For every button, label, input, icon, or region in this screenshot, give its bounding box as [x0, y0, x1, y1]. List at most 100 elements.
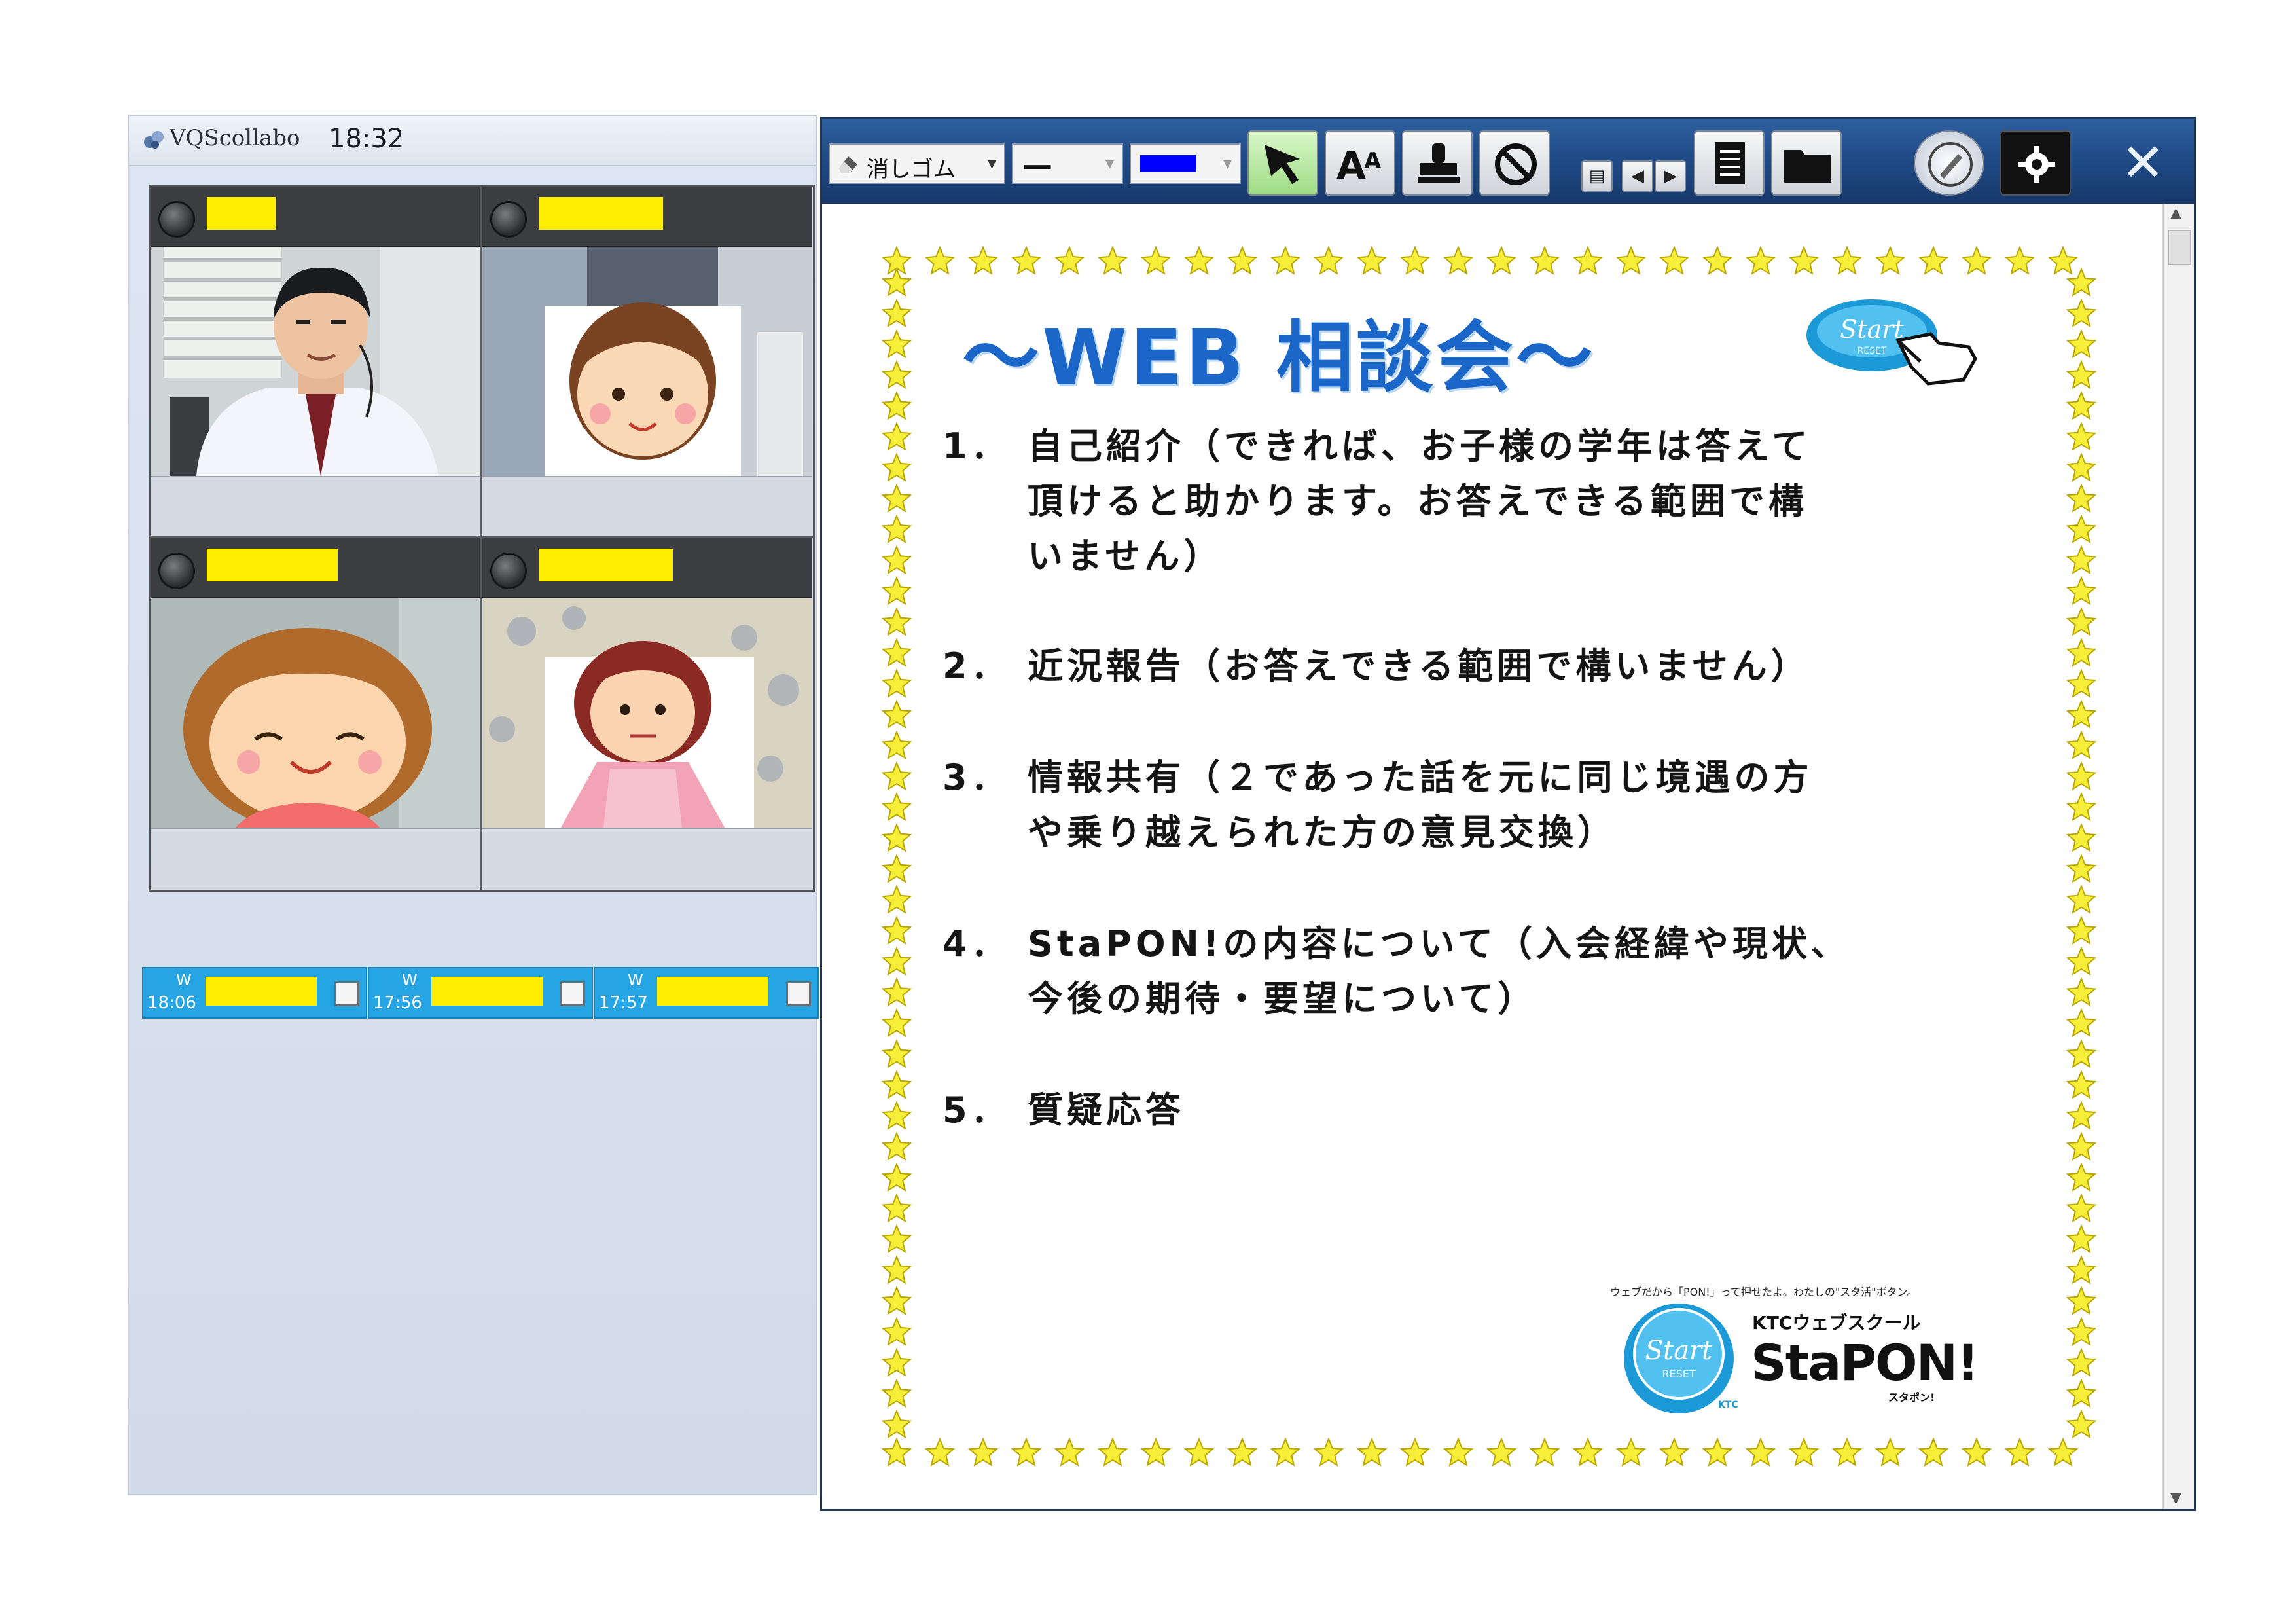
star-icon	[1011, 1437, 1042, 1467]
eraser-select[interactable]: 消しゴム ▾	[829, 143, 1005, 184]
participant-tile[interactable]	[151, 187, 480, 538]
waiting-checkbox[interactable]	[334, 981, 359, 1006]
participant-name-bar	[207, 549, 338, 581]
star-icon	[2066, 545, 2097, 575]
star-icon	[2066, 1286, 2097, 1315]
star-icon	[881, 298, 912, 328]
star-icon	[881, 792, 912, 822]
document-title: 〜WEB 相談会〜	[962, 312, 1596, 403]
participant-name-bar	[207, 197, 276, 230]
star-icon	[1183, 246, 1215, 275]
star-icon	[2066, 1101, 2097, 1130]
star-icon	[2066, 854, 2097, 883]
star-icon	[2004, 1437, 2036, 1467]
star-icon	[1702, 1437, 1733, 1467]
line-width-select[interactable]: — ▾	[1012, 143, 1123, 184]
participant-tile[interactable]	[482, 538, 812, 890]
svg-text:A: A	[1336, 143, 1366, 188]
tile-footer	[482, 476, 812, 538]
waiting-label: W	[176, 971, 192, 989]
logo-school: KTCウェブスクール	[1752, 1312, 1920, 1334]
scroll-down-icon[interactable]: ▼	[2170, 1490, 2181, 1506]
agenda-item-2: 2． 近況報告（お答えできる範囲で構いません）	[942, 639, 1810, 694]
agenda-number: 1．	[942, 426, 1011, 467]
waiting-name-bar	[206, 977, 317, 1006]
star-icon	[1270, 246, 1301, 275]
text-size-button[interactable]: A A	[1325, 130, 1395, 196]
star-icon	[1356, 1437, 1388, 1467]
star-icon	[2066, 946, 2097, 976]
logo-button-text: Start	[1645, 1336, 1713, 1366]
agenda-text: 頂けると助かります。お答えできる範囲で構	[1028, 481, 1808, 522]
page-prev-button[interactable]: ◀	[1622, 160, 1653, 192]
star-icon	[2066, 359, 2097, 390]
tile-header	[151, 187, 480, 247]
star-icon	[881, 1254, 912, 1285]
star-icon	[2066, 1008, 2097, 1038]
star-icon	[1270, 1437, 1301, 1467]
star-icon	[881, 699, 912, 729]
star-icon	[2066, 1254, 2097, 1285]
status-led-icon	[158, 553, 195, 589]
waiting-checkbox[interactable]	[786, 981, 811, 1006]
agenda-item-3: 3． 情報共有（２であった話を元に同じ境遇の方 や乗り越えられた方の意見交換）	[942, 750, 1812, 860]
star-icon	[1097, 1437, 1128, 1467]
agenda-text: 今後の期待・要望について）	[1028, 978, 1537, 1019]
star-icon	[1874, 246, 1906, 275]
star-icon	[1399, 1437, 1431, 1467]
star-icon	[881, 422, 912, 451]
status-led-icon	[490, 553, 527, 589]
star-icon	[967, 246, 999, 275]
agenda-text: 近況報告（お答えできる範囲で構いません）	[1028, 646, 1810, 687]
prohibit-button[interactable]	[1479, 130, 1550, 196]
waiting-list: W 18:06 W 17:56 W 17:57	[142, 967, 819, 1019]
waiting-checkbox[interactable]	[560, 981, 585, 1006]
star-icon	[881, 884, 912, 914]
star-icon	[1659, 246, 1690, 275]
chevron-down-icon: ▾	[1105, 154, 1114, 173]
participant-name-bar	[539, 197, 663, 230]
whiteboard-toolbar: 消しゴム ▾ — ▾ ▾ A A ▤ ◀ ▶ ✕	[822, 119, 2194, 204]
tile-footer	[482, 828, 812, 890]
waiting-item[interactable]: W 18:06	[142, 967, 367, 1019]
star-icon	[1615, 1437, 1647, 1467]
vertical-scrollbar[interactable]: ▲ ▼	[2162, 204, 2194, 1509]
star-icon	[1443, 1437, 1474, 1467]
star-icon	[1918, 246, 1949, 275]
gear-icon	[2018, 146, 2055, 183]
status-led-icon	[158, 201, 195, 238]
page-button[interactable]	[1694, 130, 1765, 196]
star-icon	[881, 946, 912, 976]
scroll-up-icon[interactable]: ▲	[2170, 205, 2181, 221]
settings-button[interactable]	[2000, 130, 2071, 196]
text-size-icon: A A	[1336, 143, 1382, 188]
star-icon	[881, 575, 912, 606]
close-button[interactable]: ✕	[2104, 132, 2182, 194]
star-icon	[2066, 422, 2097, 451]
folder-button[interactable]	[1771, 130, 1842, 196]
page-next-button[interactable]: ▶	[1655, 160, 1686, 192]
waiting-item[interactable]: W 17:56	[368, 967, 593, 1019]
star-icon	[881, 606, 912, 636]
waiting-item[interactable]: W 17:57	[594, 967, 819, 1019]
line-width-label: —	[1022, 147, 1052, 183]
page-prev-icon: ◀	[1631, 166, 1644, 186]
star-icon	[2004, 246, 2036, 275]
star-icon	[967, 1437, 999, 1467]
star-icon	[881, 730, 912, 760]
pointer-button[interactable]	[1247, 130, 1318, 196]
star-icon	[881, 267, 912, 297]
star-icon	[1831, 246, 1863, 275]
tile-header	[482, 538, 812, 598]
star-icon	[1572, 246, 1604, 275]
stamp-button[interactable]	[1402, 130, 1473, 196]
page-number-button[interactable]: ▤	[1581, 160, 1613, 192]
participant-tile[interactable]	[151, 538, 480, 890]
scroll-thumb[interactable]	[2168, 230, 2191, 265]
star-icon	[2066, 761, 2097, 791]
star-icon	[1961, 246, 1992, 275]
participant-tile[interactable]	[482, 187, 812, 538]
app-name: VQScollabo	[170, 125, 300, 151]
pen-color-select[interactable]: ▾	[1130, 143, 1241, 184]
pen-mode-button[interactable]	[1914, 130, 1984, 196]
